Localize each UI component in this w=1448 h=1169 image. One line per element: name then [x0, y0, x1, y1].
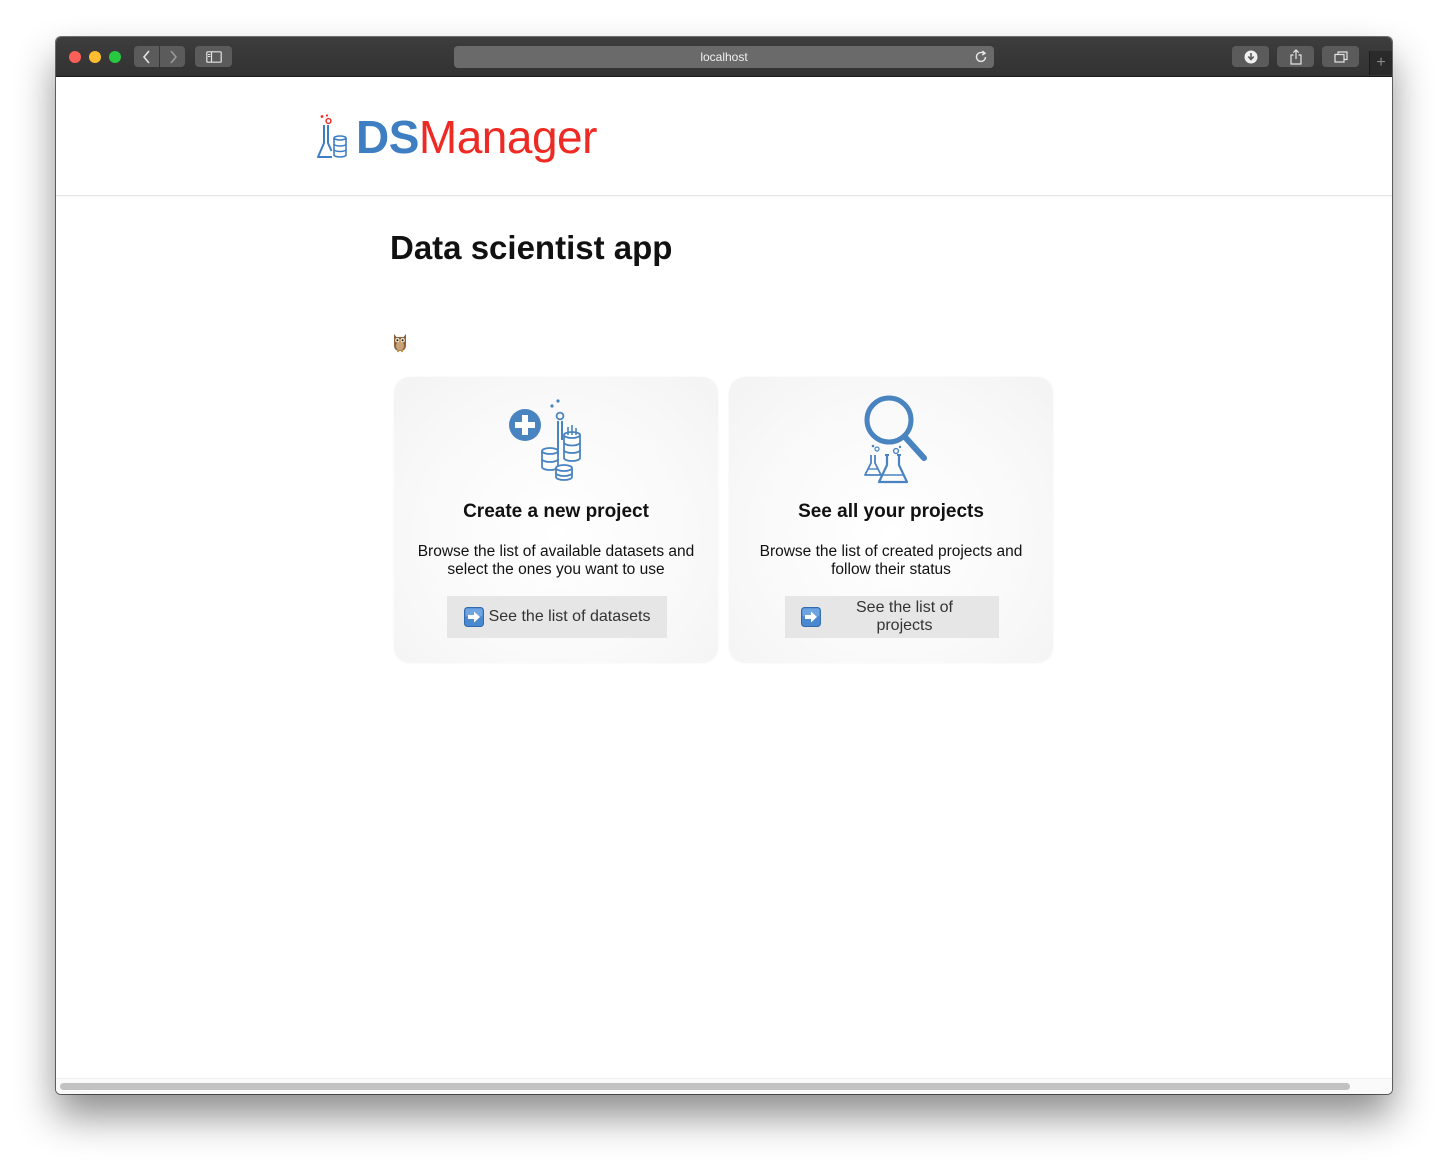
new-tab-button[interactable]: + [1369, 51, 1392, 75]
downloads-button[interactable] [1232, 46, 1269, 67]
see-projects-button[interactable]: See the list of projects [785, 596, 999, 638]
page-content: DSManager Data scientist app Create a ne… [56, 77, 1392, 1094]
browser-toolbar: localhost + [56, 37, 1392, 77]
url-text: localhost [700, 50, 748, 64]
button-label: See the list of datasets [488, 608, 651, 625]
add-dataset-icon [509, 399, 581, 481]
logo-text-manager: Manager [418, 111, 598, 163]
flask-logo-icon [317, 114, 347, 158]
button-label: See the list of projects [856, 599, 953, 634]
arrow-right-icon [463, 607, 484, 627]
forward-button[interactable] [160, 46, 185, 67]
see-datasets-button[interactable]: See the list of datasets [447, 596, 667, 638]
logo-wordmark: DSManager [356, 111, 597, 163]
close-window-button[interactable] [69, 51, 81, 63]
dsmanager-logo[interactable]: DSManager [316, 111, 597, 163]
maximize-window-button[interactable] [109, 51, 121, 63]
card-title: Create a new project [463, 501, 649, 522]
horizontal-scrollbar[interactable] [56, 1078, 1392, 1094]
sidebar-toggle-button[interactable] [195, 46, 232, 67]
browser-window: localhost + DSManager Data scientist app… [56, 37, 1392, 1094]
minimize-window-button[interactable] [89, 51, 101, 63]
plus-icon: + [1376, 54, 1386, 71]
arrow-right-icon [801, 607, 821, 627]
site-header: DSManager [56, 77, 1392, 196]
see-projects-card: See all your projects Browse the list of… [729, 377, 1053, 663]
share-button[interactable] [1277, 46, 1314, 67]
chevron-right-icon [169, 49, 177, 64]
card-title: See all your projects [798, 501, 984, 522]
card-description: Browse the list of created projects and … [759, 543, 1023, 578]
address-bar[interactable]: localhost [454, 46, 994, 68]
page-title: Data scientist app [390, 229, 673, 266]
create-project-card: Create a new project Browse the list of … [394, 377, 718, 663]
card-description: Browse the list of available datasets an… [417, 543, 695, 578]
sidebar-icon [205, 50, 222, 63]
search-projects-icon [864, 395, 927, 484]
tabs-icon [1333, 50, 1348, 63]
reload-icon[interactable] [974, 50, 988, 64]
share-icon [1289, 48, 1302, 65]
show-tabs-button[interactable] [1322, 46, 1359, 67]
scrollbar-thumb[interactable] [60, 1083, 1350, 1090]
chevron-left-icon [142, 49, 150, 64]
logo-text-ds: DS [356, 111, 419, 163]
owl-icon [394, 334, 406, 353]
navigation-buttons [134, 46, 185, 67]
download-icon [1244, 50, 1257, 63]
back-button[interactable] [134, 46, 159, 67]
